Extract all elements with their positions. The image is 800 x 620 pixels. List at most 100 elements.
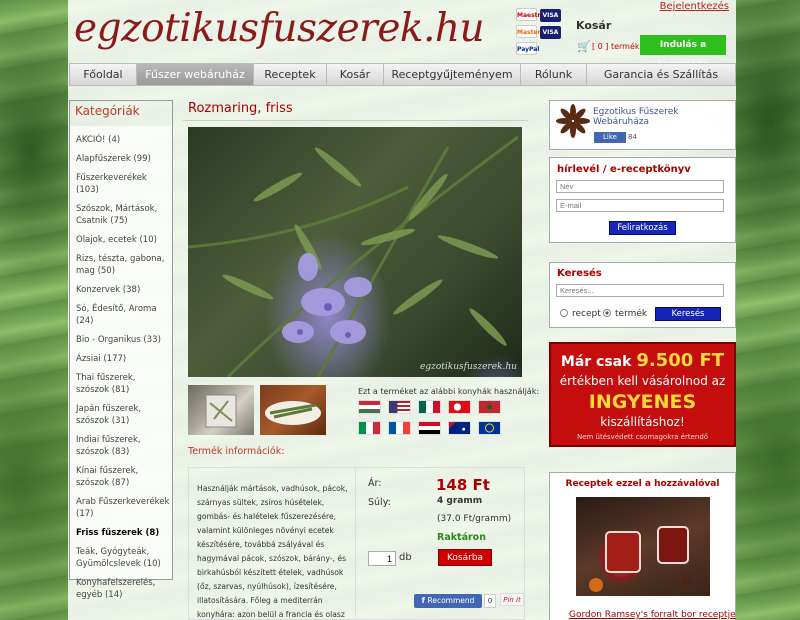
facebook-recommend-button[interactable]: f Recommend — [414, 594, 482, 608]
search-input[interactable] — [556, 284, 724, 297]
category-item[interactable]: Japán fűszerek, szószok (31) — [76, 403, 172, 427]
search-button[interactable]: Keresés — [655, 307, 721, 321]
category-item[interactable]: Olajok, ecetek (10) — [76, 234, 172, 246]
category-item[interactable]: Konyhafelszerelés, egyéb (14) — [76, 577, 172, 601]
quantity-unit: db — [399, 552, 412, 563]
nav-recipes[interactable]: Receptek — [254, 64, 327, 85]
product-main-image[interactable]: egzotikusfuszerek.hu — [188, 127, 522, 377]
unit-price: (37.0 Ft/gramm) — [437, 514, 512, 524]
email-field[interactable] — [556, 199, 724, 212]
australia-flag-icon — [447, 421, 471, 435]
quantity-input[interactable] — [368, 551, 396, 566]
product-description: Használják mártások, vadhúsok, pácok, sz… — [188, 467, 355, 620]
flags-label: Ezt a terméket az alábbi konyhák használ… — [358, 387, 540, 396]
cart-title: Kosár — [576, 19, 612, 32]
category-item[interactable]: Indiai fűszerek, szószok (83) — [76, 434, 172, 458]
promo-line2: értékben kell vásárolnod az — [559, 374, 726, 388]
shopping-cart-icon[interactable]: 🛒 — [577, 40, 591, 53]
facebook-like-button[interactable]: Like — [594, 132, 626, 143]
checkout-button[interactable]: Indulás a kasszához — [640, 35, 726, 70]
nav-spice-shop[interactable]: Fűszer webáruház — [137, 64, 254, 85]
subscribe-button[interactable]: Feliratkozás — [609, 221, 676, 235]
category-item[interactable]: Alapfűszerek (99) — [76, 153, 172, 165]
eu-flag-icon — [477, 421, 501, 435]
category-item[interactable]: Ázsiai (177) — [76, 353, 172, 365]
promo-line3: kiszállításhoz! — [600, 415, 685, 429]
price-label: Ár: — [368, 478, 382, 489]
category-item[interactable]: Bio - Organikus (33) — [76, 334, 172, 346]
egypt-flag-icon — [417, 421, 441, 435]
cart-count[interactable]: [ 0 ] termék — [592, 42, 640, 51]
morocco-flag-icon — [477, 400, 501, 414]
radio-product-label: termék — [615, 309, 648, 319]
radio-product[interactable] — [603, 309, 611, 317]
product-title: Rozmaring, friss — [188, 101, 293, 116]
nav-warranty-shipping[interactable]: Garancia és Szállítás — [587, 64, 735, 85]
weight-label: Súly: — [368, 497, 391, 508]
recommend-label: Recommend — [427, 596, 475, 605]
product-info-title: Termék információk: — [188, 446, 285, 457]
promo-free: INGYENES — [588, 391, 697, 413]
promo-amount: 9.500 FT — [636, 350, 725, 371]
site-logo[interactable]: egzotikusfuszerek.hu — [74, 6, 485, 51]
category-item[interactable]: Fűszerkeverékek (103) — [76, 172, 172, 196]
nav-cart[interactable]: Kosár — [327, 64, 384, 85]
facebook-page-name[interactable]: Egzotikus Fűszerek Webáruháza — [593, 107, 703, 127]
category-item[interactable]: Rizs, tészta, gabona, mag (50) — [76, 253, 172, 277]
star-anise-logo — [556, 104, 590, 138]
facebook-like-count: 84 — [628, 133, 637, 141]
login-link[interactable]: Bejelentkezés — [660, 1, 729, 12]
nav-home[interactable]: Főoldal — [70, 64, 137, 85]
category-item[interactable]: AKCIÓ! (4) — [76, 134, 172, 146]
visa-card-icon: VISA — [539, 9, 561, 22]
cuisine-flags — [358, 400, 518, 442]
radio-recipe[interactable] — [560, 309, 568, 317]
turkey-flag-icon — [447, 400, 471, 414]
nav-my-recipes[interactable]: Receptgyűjteményem — [384, 64, 521, 85]
france-flag-icon — [387, 421, 411, 435]
category-item-active[interactable]: Friss fűszerek (8) — [76, 527, 172, 539]
name-field[interactable] — [556, 180, 724, 193]
promo-note: Nem ütésvédett csomagokra értendő — [576, 433, 709, 441]
newsletter-title: hírlevél / e-receptkönyv — [557, 164, 691, 175]
category-item[interactable]: Arab Fűszerkeverékek (17) — [76, 496, 172, 520]
categories-title: Kategóriák — [69, 100, 173, 126]
category-item[interactable]: Kínai fűszerek, szószok (87) — [76, 465, 172, 489]
product-price: 148 Ft — [436, 476, 490, 494]
pinterest-button[interactable]: Pin it — [500, 593, 524, 606]
category-list: AKCIÓ! (4) Alapfűszerek (99) Fűszerkever… — [69, 126, 173, 600]
category-item[interactable]: Thai fűszerek, szószok (81) — [76, 372, 172, 396]
paypal-card-icon: PayPal — [516, 42, 539, 55]
mastercard-card-icon: MasterCard — [516, 25, 556, 38]
recipe-image[interactable] — [576, 497, 710, 596]
title-divider — [183, 120, 528, 121]
promo-headline: Már csak 9.500 FT — [551, 350, 734, 371]
italy-flag-icon — [358, 421, 381, 435]
mulled-wine-illustration — [589, 526, 692, 592]
nav-about[interactable]: Rólunk — [521, 64, 587, 85]
category-item[interactable]: Konzervek (38) — [76, 284, 172, 296]
main-nav: Főoldal Fűszer webáruház Receptek Kosár … — [69, 63, 736, 86]
promo-line1: Már csak — [560, 354, 632, 370]
product-thumbnail-2[interactable] — [260, 385, 326, 435]
facebook-recommend-count: 0 — [484, 594, 496, 608]
hungary-flag-icon — [358, 400, 381, 414]
usa-flag-icon — [387, 400, 411, 414]
product-thumbnail-1[interactable] — [188, 385, 254, 435]
rosemary-illustration: egzotikusfuszerek.hu — [188, 135, 519, 377]
package-illustration — [205, 394, 237, 428]
herb-plate-illustration — [265, 401, 321, 425]
category-item[interactable]: Teák, Gyógyteák, Gyümölcslevek (10) — [76, 546, 172, 570]
recipe-link[interactable]: Gordon Ramsey's forralt bor receptje — [569, 610, 736, 620]
search-title: Keresés — [557, 268, 602, 279]
recipes-title: Receptek ezzel a hozzávalóval — [565, 479, 720, 489]
image-watermark: egzotikusfuszerek.hu — [420, 362, 517, 372]
category-item[interactable]: Só, Édesítő, Aroma (24) — [76, 303, 172, 327]
visa-card-icon-2: VISA — [539, 26, 561, 39]
free-shipping-banner[interactable]: Már csak 9.500 FT értékben kell vásároln… — [549, 342, 736, 447]
stock-status: Raktáron — [437, 532, 486, 543]
category-item[interactable]: Szószok, Mártások, Csatnik (75) — [76, 203, 172, 227]
add-to-cart-button[interactable]: Kosárba — [438, 549, 492, 566]
radio-recipe-label: recept — [572, 309, 601, 319]
payment-cards: Maestro VISA MasterCard VISA PayPal — [516, 8, 562, 58]
